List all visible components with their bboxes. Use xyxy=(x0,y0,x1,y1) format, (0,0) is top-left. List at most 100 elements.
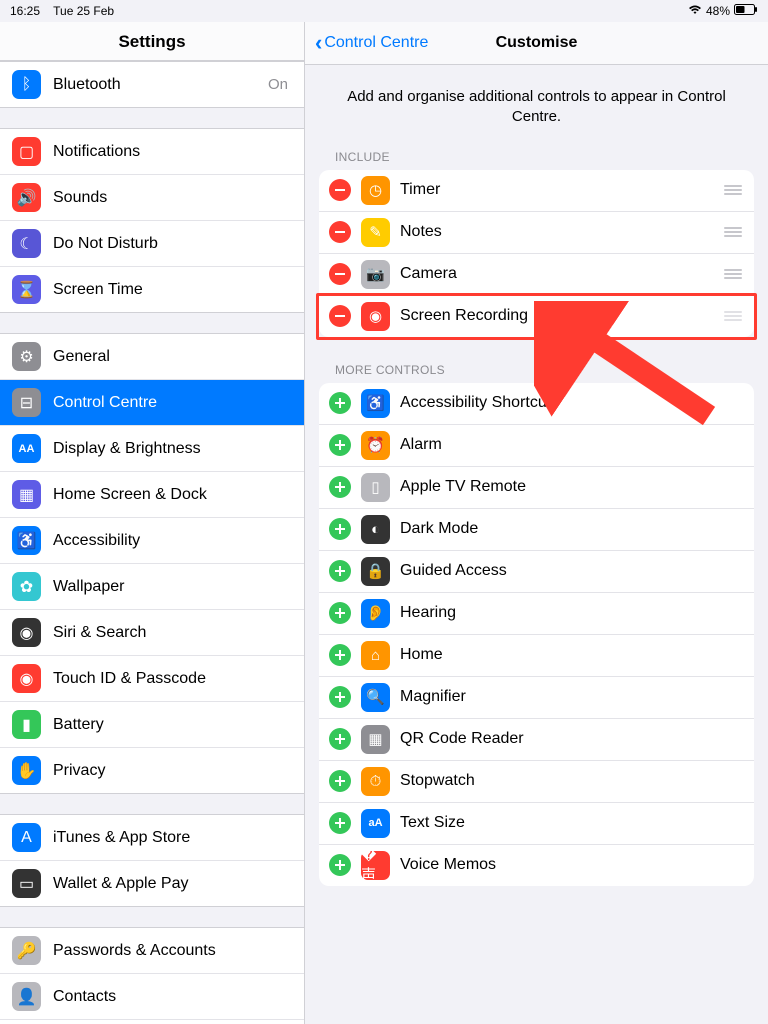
add-button[interactable] xyxy=(329,434,351,456)
more-row-voicememos: �声Voice Memos xyxy=(319,845,754,886)
sidebar-item-label: Accessibility xyxy=(53,532,292,550)
passwords-icon: 🔑 xyxy=(12,936,41,965)
sidebar-item-screentime[interactable]: ⌛Screen Time xyxy=(0,267,304,312)
battery-icon xyxy=(734,4,758,18)
drag-handle[interactable] xyxy=(722,311,744,321)
sidebar-item-controlcentre[interactable]: ⊟ Control Centre xyxy=(0,380,304,426)
include-row-notes: ✎Notes xyxy=(319,212,754,254)
drag-handle[interactable] xyxy=(722,269,744,279)
add-button[interactable] xyxy=(329,560,351,582)
bluetooth-icon: ᛒ xyxy=(12,70,41,99)
appstore-icon: A xyxy=(12,823,41,852)
more-row-access-short: ♿Accessibility Shortcuts xyxy=(319,383,754,425)
sidebar-item-calendar[interactable]: ▦Calendar xyxy=(0,1020,304,1024)
more-row-alarm: ⏰Alarm xyxy=(319,425,754,467)
sidebar-item-passwords[interactable]: 🔑 Passwords & Accounts xyxy=(0,928,304,974)
voicememos-icon: �声 xyxy=(361,851,390,880)
sidebar-item-battery[interactable]: ▮ Battery xyxy=(0,702,304,748)
sidebar-item-label: Bluetooth xyxy=(53,76,268,94)
add-button[interactable] xyxy=(329,518,351,540)
sidebar-item-dnd[interactable]: ☾ Do Not Disturb xyxy=(0,221,304,267)
control-label: Guided Access xyxy=(400,562,744,580)
sidebar-item-label: Wallpaper xyxy=(53,578,292,596)
privacy-icon: ✋ xyxy=(12,756,41,785)
include-row-timer: ◷Timer xyxy=(319,170,754,212)
control-label: Screen Recording xyxy=(400,307,722,325)
sidebar-item-label: Privacy xyxy=(53,762,292,780)
sidebar-item-label: Display & Brightness xyxy=(53,440,292,458)
sidebar-item-sounds[interactable]: 🔊Sounds xyxy=(0,175,304,221)
remove-button[interactable] xyxy=(329,179,351,201)
add-button[interactable] xyxy=(329,392,351,414)
sidebar-item-general[interactable]: ⚙General xyxy=(0,334,304,380)
more-row-atv: ▯Apple TV Remote xyxy=(319,467,754,509)
sidebar-item-label: Touch ID & Passcode xyxy=(53,670,292,688)
drag-handle[interactable] xyxy=(722,185,744,195)
screenrec-icon: ◉ xyxy=(361,302,390,331)
control-label: Text Size xyxy=(400,814,744,832)
more-row-hearing: 👂Hearing xyxy=(319,593,754,635)
notifications-icon: ▢ xyxy=(12,137,41,166)
control-label: Hearing xyxy=(400,604,744,622)
sidebar-item-label: Do Not Disturb xyxy=(53,235,292,253)
sidebar-item-wallpaper[interactable]: ✿Wallpaper xyxy=(0,564,304,610)
chevron-left-icon: ‹ xyxy=(315,30,322,56)
drag-handle[interactable] xyxy=(722,227,744,237)
sidebar-item-label: General xyxy=(53,348,292,366)
remove-button[interactable] xyxy=(329,221,351,243)
touchid-icon: ◉ xyxy=(12,664,41,693)
sidebar-item-appstore[interactable]: AiTunes & App Store xyxy=(0,815,304,861)
add-button[interactable] xyxy=(329,644,351,666)
detail-header: ‹ Control Centre Customise xyxy=(305,22,768,65)
more-controls-header: MORE CONTROLS xyxy=(305,359,768,383)
back-label: Control Centre xyxy=(324,34,428,52)
remove-button[interactable] xyxy=(329,305,351,327)
back-button[interactable]: ‹ Control Centre xyxy=(315,30,428,56)
more-row-guided: 🔒Guided Access xyxy=(319,551,754,593)
access-short-icon: ♿ xyxy=(361,389,390,418)
add-button[interactable] xyxy=(329,812,351,834)
sidebar[interactable]: Settings ᛒBluetoothOn▢Notifications🔊Soun… xyxy=(0,22,305,1024)
controlcentre-icon: ⊟ xyxy=(12,388,41,417)
detail-title: Customise xyxy=(496,34,578,52)
more-row-qr: ▦QR Code Reader xyxy=(319,719,754,761)
add-button[interactable] xyxy=(329,602,351,624)
sidebar-item-display[interactable]: AADisplay & Brightness xyxy=(0,426,304,472)
control-label: Magnifier xyxy=(400,688,744,706)
battery-icon: ▮ xyxy=(12,710,41,739)
detail-description: Add and organise additional controls to … xyxy=(305,65,768,146)
control-label: Dark Mode xyxy=(400,520,744,538)
sidebar-item-contacts[interactable]: 👤Contacts xyxy=(0,974,304,1020)
add-button[interactable] xyxy=(329,728,351,750)
add-button[interactable] xyxy=(329,854,351,876)
status-date: Tue 25 Feb xyxy=(53,4,114,18)
control-label: Stopwatch xyxy=(400,772,744,790)
sidebar-item-home[interactable]: ▦Home Screen & Dock xyxy=(0,472,304,518)
sidebar-item-touchid[interactable]: ◉ Touch ID & Passcode xyxy=(0,656,304,702)
sidebar-title: Settings xyxy=(0,22,304,61)
sidebar-item-label: Battery xyxy=(53,716,292,734)
sidebar-item-accessibility[interactable]: ♿Accessibility xyxy=(0,518,304,564)
detail-pane: ‹ Control Centre Customise Add and organ… xyxy=(305,22,768,1024)
control-label: Camera xyxy=(400,265,722,283)
screentime-icon: ⌛ xyxy=(12,275,41,304)
include-row-screenrec: ◉ Screen Recording xyxy=(319,296,754,337)
dnd-icon: ☾ xyxy=(12,229,41,258)
sidebar-item-wallet[interactable]: ▭Wallet & Apple Pay xyxy=(0,861,304,906)
more-row-home2: ⌂Home xyxy=(319,635,754,677)
remove-button[interactable] xyxy=(329,263,351,285)
sidebar-item-siri[interactable]: ◉Siri & Search xyxy=(0,610,304,656)
control-label: Home xyxy=(400,646,744,664)
contacts-icon: 👤 xyxy=(12,982,41,1011)
more-row-darkmode: ◐Dark Mode xyxy=(319,509,754,551)
sidebar-item-notifications[interactable]: ▢Notifications xyxy=(0,129,304,175)
sidebar-item-label: Passwords & Accounts xyxy=(53,942,292,960)
sidebar-item-bluetooth[interactable]: ᛒBluetoothOn xyxy=(0,62,304,107)
more-row-stopwatch: ⏱Stopwatch xyxy=(319,761,754,803)
add-button[interactable] xyxy=(329,686,351,708)
sidebar-item-privacy[interactable]: ✋ Privacy xyxy=(0,748,304,793)
add-button[interactable] xyxy=(329,476,351,498)
include-row-camera: 📷Camera xyxy=(319,254,754,296)
sidebar-item-label: Control Centre xyxy=(53,394,292,412)
add-button[interactable] xyxy=(329,770,351,792)
